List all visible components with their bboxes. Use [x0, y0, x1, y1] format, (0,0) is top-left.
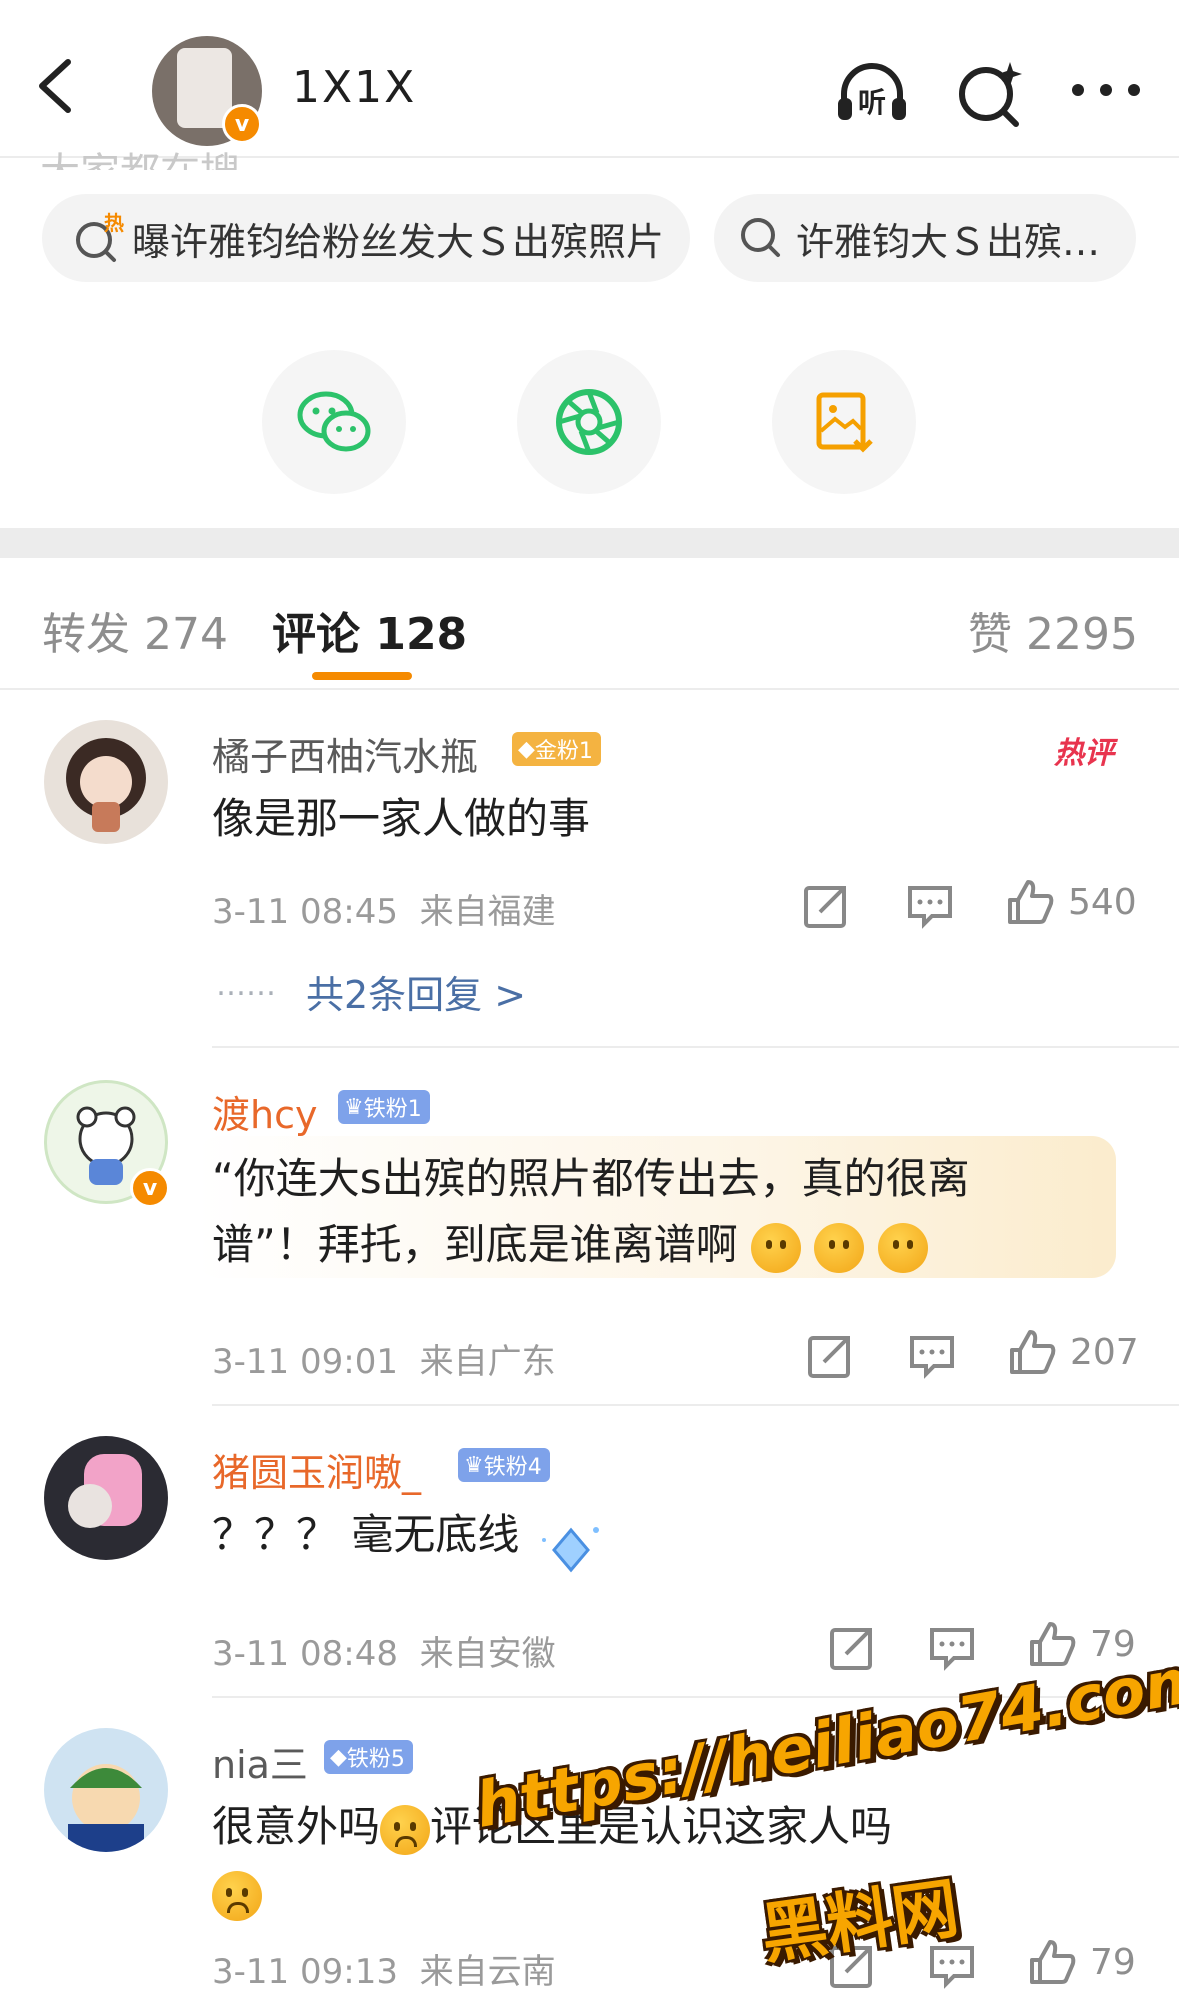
- repost-icon[interactable]: [804, 1330, 856, 1382]
- search-chip-1[interactable]: 热 曝许雅钧给粉丝发大Ｓ出殡照片: [42, 194, 690, 282]
- reply-icon[interactable]: [906, 1330, 958, 1382]
- row-divider: [212, 1404, 1179, 1406]
- reply-icon[interactable]: [926, 1622, 978, 1674]
- share-moments-button[interactable]: [517, 350, 661, 494]
- fan-badge: ◆ 金粉1: [512, 732, 601, 766]
- like-count: 79: [1090, 1942, 1136, 1983]
- hot-search-icon: 热: [76, 211, 124, 262]
- row-divider: [212, 1046, 1179, 1048]
- tabs-divider: [0, 688, 1179, 690]
- wechat-icon: [297, 391, 371, 452]
- repost-icon[interactable]: [800, 880, 852, 932]
- tab-likes[interactable]: 赞 2295: [968, 598, 1138, 662]
- comment-author-name[interactable]: 猪圆玉润嗷_: [212, 1442, 421, 1497]
- like-count: 540: [1068, 882, 1137, 923]
- comment-meta: 3-11 08:48 来自安徽: [212, 1634, 556, 1674]
- dizzy-emoji-icon: [212, 1870, 262, 1921]
- share-wechat-button[interactable]: [262, 350, 406, 494]
- comment-avatar[interactable]: [44, 1728, 168, 1852]
- sad-emoji-icon: [877, 1222, 928, 1273]
- like-count: 207: [1070, 1332, 1139, 1373]
- comment-text-line2: 谱”！拜托，到底是谁离谱啊: [212, 1212, 928, 1278]
- trending-heading: 大家都在搜: [40, 140, 240, 170]
- more-icon[interactable]: [1066, 54, 1146, 134]
- comment-avatar[interactable]: [44, 720, 168, 844]
- save-image-button[interactable]: [772, 350, 916, 494]
- like-icon[interactable]: [1006, 1326, 1058, 1378]
- fan-badge: ♛ 铁粉4: [458, 1448, 550, 1482]
- hot-comment-tag: 热评: [1054, 736, 1114, 771]
- view-replies-link[interactable]: 共2条回复 >: [306, 964, 526, 1019]
- back-icon[interactable]: [28, 56, 88, 116]
- moments-icon: [556, 389, 622, 455]
- verified-badge-icon: v: [130, 1168, 170, 1208]
- save-image-icon: [816, 392, 873, 453]
- like-icon[interactable]: [1004, 876, 1056, 928]
- dizzy-emoji-icon: [380, 1804, 431, 1855]
- comment-text-line2: [212, 1860, 262, 1926]
- listen-label: 听: [858, 86, 886, 119]
- search-chip-1-text: 曝许雅钧给粉丝发大Ｓ出殡照片: [132, 219, 665, 264]
- sad-emoji-icon: [751, 1222, 802, 1273]
- comment-meta: 3-11 09:01 来自广东: [212, 1342, 556, 1382]
- comment-text: 像是那一家人做的事: [212, 794, 591, 843]
- reply-dots: ……: [216, 968, 276, 1003]
- comment-text-line1: “你连大s出殡的照片都传出去，真的很离: [212, 1154, 970, 1203]
- comment-author-name[interactable]: 渡hcy: [212, 1084, 317, 1139]
- comment-meta: 3-11 08:45 来自福建: [212, 892, 556, 932]
- diamond-sticker-icon: [542, 1527, 599, 1573]
- section-divider: [0, 528, 1179, 558]
- search-chip-2[interactable]: 许雅钧大Ｓ出殡…: [714, 194, 1136, 282]
- listen-icon[interactable]: 听: [832, 54, 912, 134]
- author-name[interactable]: 1X1X: [292, 62, 416, 113]
- comment-author-name[interactable]: nia三: [212, 1734, 308, 1789]
- fan-badge: ♛ 铁粉1: [338, 1090, 430, 1124]
- tab-comments[interactable]: 评论 128: [272, 598, 467, 662]
- comment-meta: 3-11 09:13 来自云南: [212, 1952, 556, 1992]
- like-icon[interactable]: [1026, 1936, 1078, 1988]
- fan-badge: ◆ 铁粉5: [324, 1740, 413, 1774]
- like-icon[interactable]: [1026, 1618, 1078, 1670]
- tab-reposts[interactable]: 转发 274: [42, 598, 228, 662]
- search-icon: [741, 218, 780, 257]
- active-tab-indicator: [312, 672, 412, 680]
- comment-avatar[interactable]: [44, 1436, 168, 1560]
- search-chip-2-text: 许雅钧大Ｓ出殡…: [796, 219, 1101, 264]
- reply-icon[interactable]: [904, 880, 956, 932]
- comment-author-name[interactable]: 橘子西柚汽水瓶: [212, 726, 478, 781]
- hot-label: 热: [104, 211, 124, 235]
- search-sparkle-icon[interactable]: [950, 54, 1030, 134]
- sad-emoji-icon: [814, 1222, 865, 1273]
- repost-icon[interactable]: [826, 1622, 878, 1674]
- comment-text: ？？？ 毫无底线: [212, 1510, 520, 1559]
- verified-badge-icon: v: [222, 104, 262, 144]
